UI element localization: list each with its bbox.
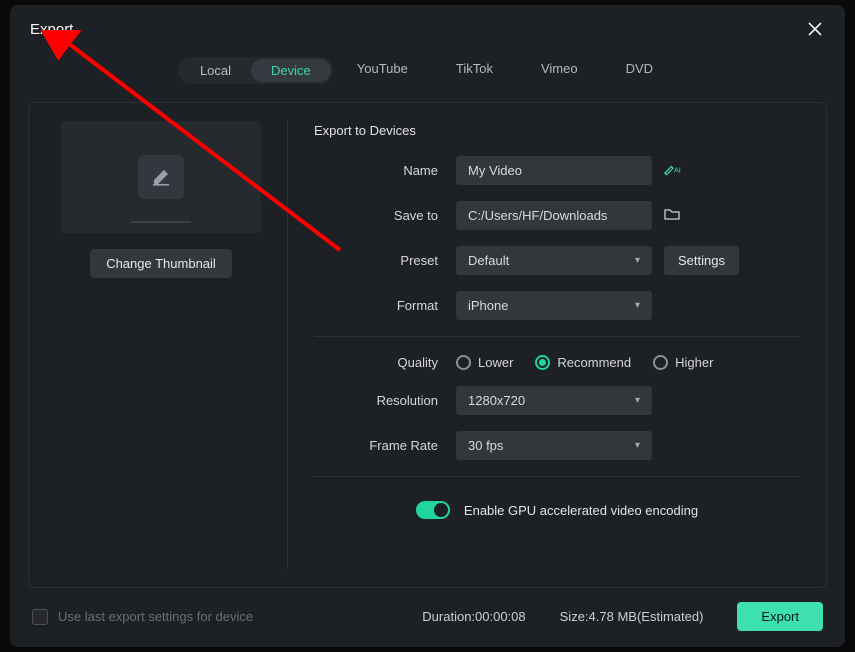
- tabs-pill: Local Device: [178, 57, 333, 84]
- size-text: Size:4.78 MB(Estimated): [560, 609, 704, 624]
- quality-lower-label: Lower: [478, 355, 513, 370]
- radio-icon: [653, 355, 668, 370]
- duration-text: Duration:00:00:08: [422, 609, 525, 624]
- chevron-down-icon: ▾: [635, 395, 640, 406]
- thumbnail-column: Change Thumbnail: [29, 103, 287, 587]
- chevron-down-icon: ▾: [635, 255, 640, 266]
- quality-higher-label: Higher: [675, 355, 713, 370]
- name-input[interactable]: My Video: [456, 156, 652, 185]
- resolution-value: 1280x720: [468, 393, 525, 408]
- radio-icon: [456, 355, 471, 370]
- close-button[interactable]: [805, 19, 825, 39]
- export-tabs: Local Device YouTube TikTok Vimeo DVD: [10, 57, 845, 84]
- dialog-title: Export: [30, 21, 73, 38]
- section-title: Export to Devices: [314, 123, 800, 138]
- format-label: Format: [314, 298, 456, 313]
- saveto-input[interactable]: C:/Users/HF/Downloads: [456, 201, 652, 230]
- form-divider: [314, 336, 800, 337]
- quality-label: Quality: [314, 355, 456, 370]
- export-dialog: Export Local Device YouTube TikTok Vimeo…: [10, 5, 845, 647]
- saveto-value: C:/Users/HF/Downloads: [468, 208, 607, 223]
- folder-icon: [664, 207, 680, 221]
- browse-folder-button[interactable]: [664, 207, 680, 224]
- close-icon: [808, 22, 822, 36]
- use-last-settings-checkbox[interactable]: [32, 609, 48, 625]
- use-last-settings-label: Use last export settings for device: [58, 609, 253, 624]
- export-button[interactable]: Export: [737, 602, 823, 631]
- toggle-knob: [434, 503, 448, 517]
- chevron-down-icon: ▾: [635, 440, 640, 451]
- thumbnail-preview[interactable]: [61, 121, 261, 233]
- row-preset: Preset Default ▾ Settings: [314, 246, 800, 275]
- pencil-ai-icon: AI: [664, 162, 682, 176]
- row-gpu: Enable GPU accelerated video encoding: [314, 501, 800, 519]
- ai-rename-button[interactable]: AI: [664, 162, 682, 179]
- format-select[interactable]: iPhone ▾: [456, 291, 652, 320]
- format-value: iPhone: [468, 298, 508, 313]
- name-value: My Video: [468, 163, 522, 178]
- radio-icon: [535, 355, 550, 370]
- row-framerate: Frame Rate 30 fps ▾: [314, 431, 800, 460]
- row-resolution: Resolution 1280x720 ▾: [314, 386, 800, 415]
- quality-radios: Lower Recommend Higher: [456, 355, 713, 370]
- preset-value: Default: [468, 253, 509, 268]
- titlebar: Export: [10, 5, 845, 45]
- dialog-footer: Use last export settings for device Dura…: [10, 602, 845, 647]
- quality-recommend[interactable]: Recommend: [535, 355, 631, 370]
- svg-text:AI: AI: [674, 165, 681, 174]
- row-format: Format iPhone ▾: [314, 291, 800, 320]
- gpu-label: Enable GPU accelerated video encoding: [464, 503, 698, 518]
- preset-settings-button[interactable]: Settings: [664, 246, 739, 275]
- form-column: Export to Devices Name My Video AI Save …: [288, 103, 826, 587]
- preset-select[interactable]: Default ▾: [456, 246, 652, 275]
- pencil-icon: [151, 167, 171, 187]
- name-label: Name: [314, 163, 456, 178]
- framerate-value: 30 fps: [468, 438, 503, 453]
- resolution-label: Resolution: [314, 393, 456, 408]
- row-quality: Quality Lower Recommend High: [314, 355, 800, 370]
- tab-tiktok[interactable]: TikTok: [432, 57, 517, 84]
- thumbnail-placeholder: [138, 155, 184, 199]
- framerate-label: Frame Rate: [314, 438, 456, 453]
- resolution-select[interactable]: 1280x720 ▾: [456, 386, 652, 415]
- row-saveto: Save to C:/Users/HF/Downloads: [314, 201, 800, 230]
- tab-vimeo[interactable]: Vimeo: [517, 57, 602, 84]
- dialog-body: Change Thumbnail Export to Devices Name …: [28, 102, 827, 588]
- quality-lower[interactable]: Lower: [456, 355, 513, 370]
- tab-device[interactable]: Device: [251, 59, 331, 82]
- thumbnail-caption-line: [131, 221, 191, 223]
- tab-local[interactable]: Local: [180, 59, 251, 82]
- preset-label: Preset: [314, 253, 456, 268]
- gpu-toggle[interactable]: [416, 501, 450, 519]
- footer-left: Use last export settings for device: [32, 609, 253, 625]
- chevron-down-icon: ▾: [635, 300, 640, 311]
- quality-higher[interactable]: Higher: [653, 355, 713, 370]
- tab-dvd[interactable]: DVD: [602, 57, 677, 84]
- framerate-select[interactable]: 30 fps ▾: [456, 431, 652, 460]
- row-name: Name My Video AI: [314, 156, 800, 185]
- saveto-label: Save to: [314, 208, 456, 223]
- form-divider: [314, 476, 800, 477]
- quality-recommend-label: Recommend: [557, 355, 631, 370]
- tab-youtube[interactable]: YouTube: [333, 57, 432, 84]
- change-thumbnail-button[interactable]: Change Thumbnail: [90, 249, 232, 278]
